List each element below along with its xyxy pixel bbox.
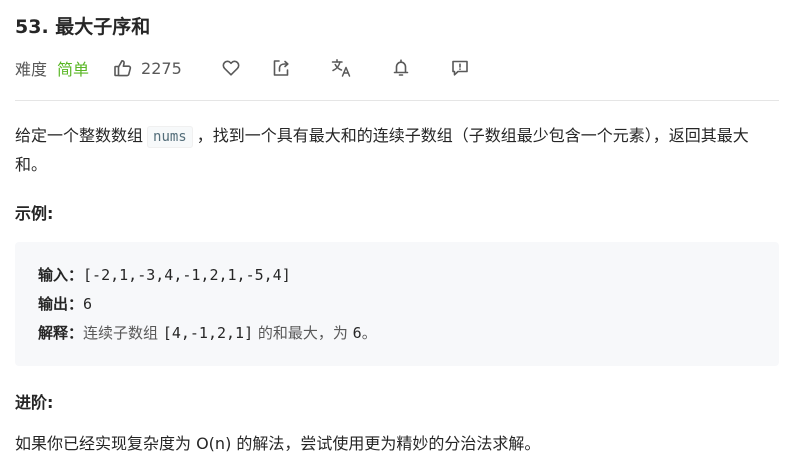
example-input-value: [-2,1,-3,4,-1,2,1,-5,4] <box>83 266 291 284</box>
thumbs-up-icon <box>114 60 132 77</box>
notify-button[interactable] <box>391 58 411 78</box>
example-code-block: 输入：[-2,1,-3,4,-1,2,1,-5,4] 输出：6 解释：连续子数组… <box>15 242 779 366</box>
example-explain-value: 6 <box>352 324 362 342</box>
example-explain-end: 。 <box>361 324 377 342</box>
example-explain-label: 解释： <box>38 324 84 342</box>
problem-meta-toolbar: 难度 简单 2275 <box>15 55 470 81</box>
problem-description: 给定一个整数数组 nums ，找到一个具有最大和的连续子数组（子数组最少包含一个元素… <box>15 122 775 179</box>
example-explain-text-1: 连续子数组 <box>83 324 163 342</box>
example-output-line: 输出：6 <box>38 290 779 319</box>
example-explain-code: [4,-1,2,1] <box>162 324 254 342</box>
example-output-label: 输出： <box>38 295 84 313</box>
header-divider <box>15 100 779 101</box>
like-button[interactable]: 2275 <box>113 58 182 78</box>
advanced-heading: 进阶: <box>15 393 54 412</box>
share-icon <box>273 60 289 76</box>
example-explain-text-2: 的和最大，为 <box>253 324 353 342</box>
description-code: nums <box>147 126 193 148</box>
description-text-1: 给定一个整数数组 <box>15 126 144 145</box>
comment-icon <box>451 60 468 76</box>
feedback-button[interactable] <box>450 58 470 78</box>
heart-icon <box>222 60 240 76</box>
advanced-text: 如果你已经实现复杂度为 O(n) 的解法，尝试使用更为精妙的分治法求解。 <box>15 434 541 453</box>
example-output-value: 6 <box>83 295 93 313</box>
like-count: 2275 <box>141 58 182 78</box>
difficulty-label: 难度 <box>15 60 48 79</box>
bell-icon <box>393 59 409 76</box>
example-input-line: 输入：[-2,1,-3,4,-1,2,1,-5,4] <box>38 261 779 290</box>
problem-title: 53. 最大子序和 <box>15 16 151 38</box>
example-explain-line: 解释：连续子数组 [4,-1,2,1] 的和最大，为 6。 <box>38 319 779 348</box>
favorite-button[interactable] <box>221 58 241 78</box>
translate-icon <box>331 59 350 77</box>
difficulty-badge: 简单 <box>57 60 90 79</box>
example-heading: 示例: <box>15 204 54 223</box>
share-button[interactable] <box>271 58 291 78</box>
translate-button[interactable] <box>331 58 353 78</box>
example-input-label: 输入： <box>38 266 84 284</box>
